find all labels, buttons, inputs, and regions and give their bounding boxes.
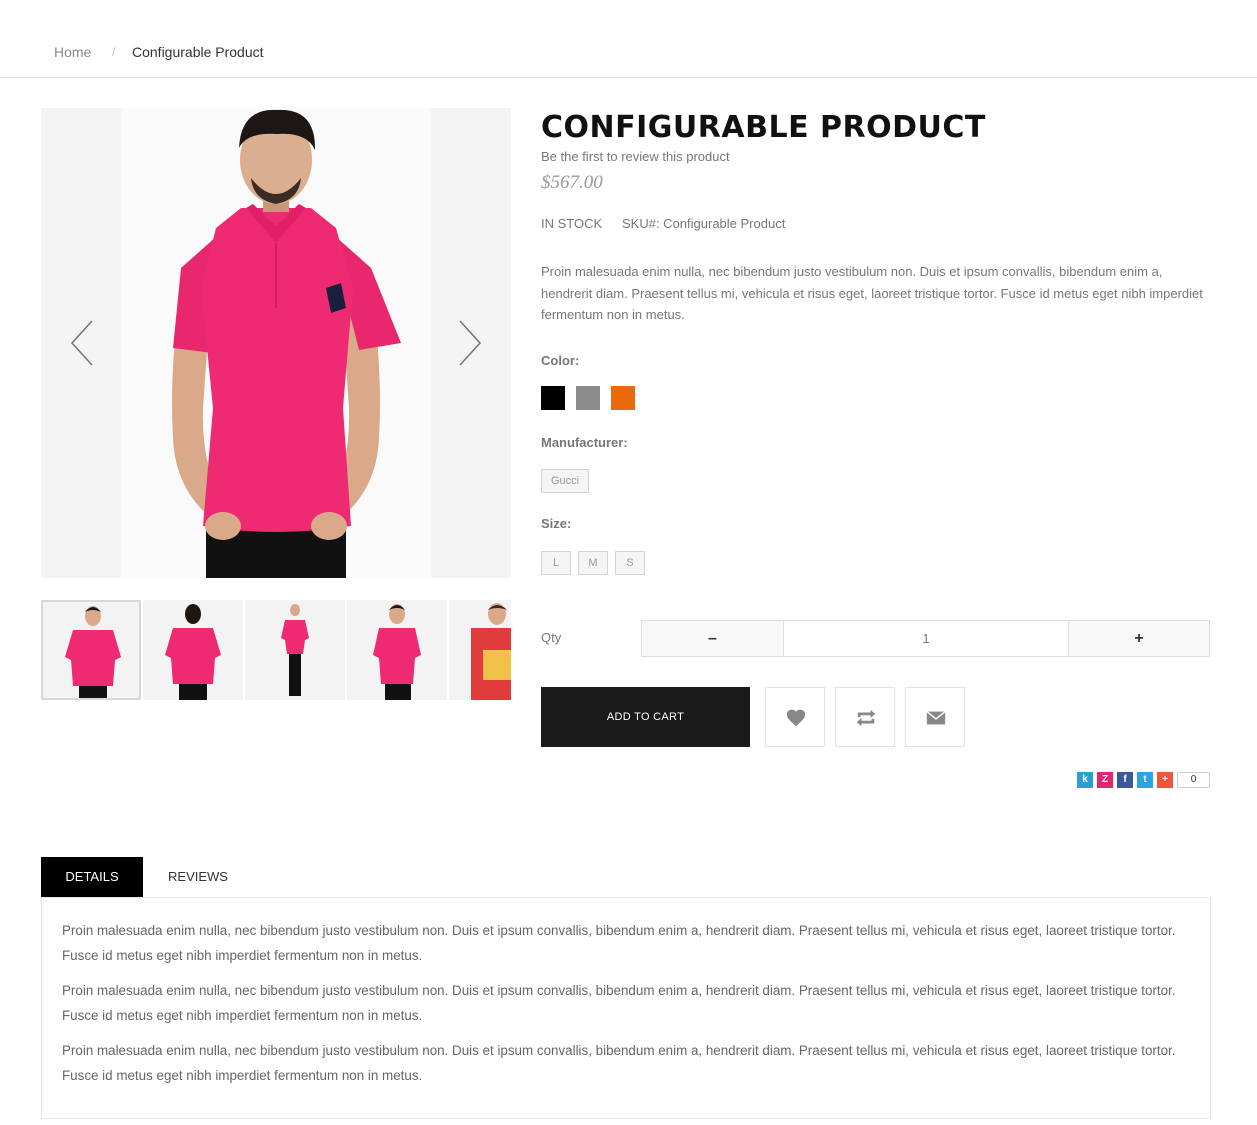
- thumbnail-red-graphic-tee[interactable]: [449, 600, 511, 700]
- thumbnail-front[interactable]: [41, 600, 141, 700]
- zing-share-icon[interactable]: Z: [1097, 772, 1113, 788]
- product-photo-man: [172, 109, 401, 578]
- thumbnail-strip: [41, 600, 511, 700]
- breadcrumb-separator: /: [112, 44, 116, 59]
- review-link[interactable]: Be the first to review this product: [541, 149, 730, 164]
- chevron-right-icon: [459, 320, 482, 366]
- qty-label: Qty: [541, 630, 562, 645]
- twitter-icon[interactable]: t: [1137, 772, 1153, 788]
- plus-icon: +: [1134, 630, 1144, 647]
- chevron-left-icon: [70, 320, 93, 366]
- heart-icon: [786, 709, 806, 727]
- thumbnail-back[interactable]: [143, 600, 243, 700]
- product-sku: SKU#: Configurable Product: [622, 216, 786, 231]
- qty-increase-button[interactable]: +: [1068, 620, 1210, 657]
- color-label: Color:: [541, 353, 580, 368]
- tab-reviews[interactable]: REVIEWS: [143, 857, 253, 897]
- thumbnail-side[interactable]: [347, 600, 447, 700]
- gallery-next-button[interactable]: [455, 318, 485, 368]
- main-product-image[interactable]: [41, 108, 511, 578]
- kiwi-share-icon[interactable]: k: [1077, 772, 1093, 788]
- stock-status: IN STOCK: [541, 216, 603, 231]
- wishlist-button[interactable]: [765, 687, 825, 747]
- plus-share-icon[interactable]: +: [1157, 772, 1173, 788]
- breadcrumb: Home / Configurable Product: [0, 0, 1257, 78]
- email-button[interactable]: [905, 687, 965, 747]
- breadcrumb-home-link[interactable]: Home: [54, 44, 91, 60]
- add-to-cart-button[interactable]: ADD TO CART: [541, 687, 750, 747]
- breadcrumb-current: Configurable Product: [132, 44, 264, 60]
- facebook-icon[interactable]: f: [1117, 772, 1133, 788]
- size-option-l[interactable]: L: [541, 551, 571, 575]
- tab-details[interactable]: DETAILS: [41, 857, 143, 897]
- manufacturer-option-gucci[interactable]: Gucci: [541, 469, 589, 493]
- compare-button[interactable]: [835, 687, 895, 747]
- size-option-m[interactable]: M: [578, 551, 608, 575]
- color-swatch-gray[interactable]: [576, 386, 600, 410]
- minus-icon: –: [708, 630, 717, 647]
- envelope-icon: [926, 711, 946, 725]
- qty-input[interactable]: 1: [783, 620, 1069, 657]
- color-swatch-orange[interactable]: [611, 386, 635, 410]
- details-paragraph: Proin malesuada enim nulla, nec bibendum…: [62, 923, 1176, 963]
- color-swatch-black[interactable]: [541, 386, 565, 410]
- qty-decrease-button[interactable]: –: [641, 620, 784, 657]
- product-price: $567.00: [541, 172, 603, 193]
- compare-arrows-icon: [856, 709, 876, 727]
- details-panel: Proin malesuada enim nulla, nec bibendum…: [41, 897, 1211, 1119]
- details-paragraph: Proin malesuada enim nulla, nec bibendum…: [62, 983, 1176, 1023]
- gallery-prev-button[interactable]: [67, 318, 97, 368]
- product-title: CONFIGURABLE PRODUCT: [541, 110, 986, 145]
- manufacturer-label: Manufacturer:: [541, 435, 628, 450]
- thumbnail-full-body[interactable]: [245, 600, 345, 700]
- details-paragraph: Proin malesuada enim nulla, nec bibendum…: [62, 1043, 1176, 1083]
- short-description: Proin malesuada enim nulla, nec bibendum…: [541, 264, 1203, 322]
- size-label: Size:: [541, 516, 572, 531]
- size-option-s[interactable]: S: [615, 551, 645, 575]
- share-count: 0: [1177, 772, 1210, 788]
